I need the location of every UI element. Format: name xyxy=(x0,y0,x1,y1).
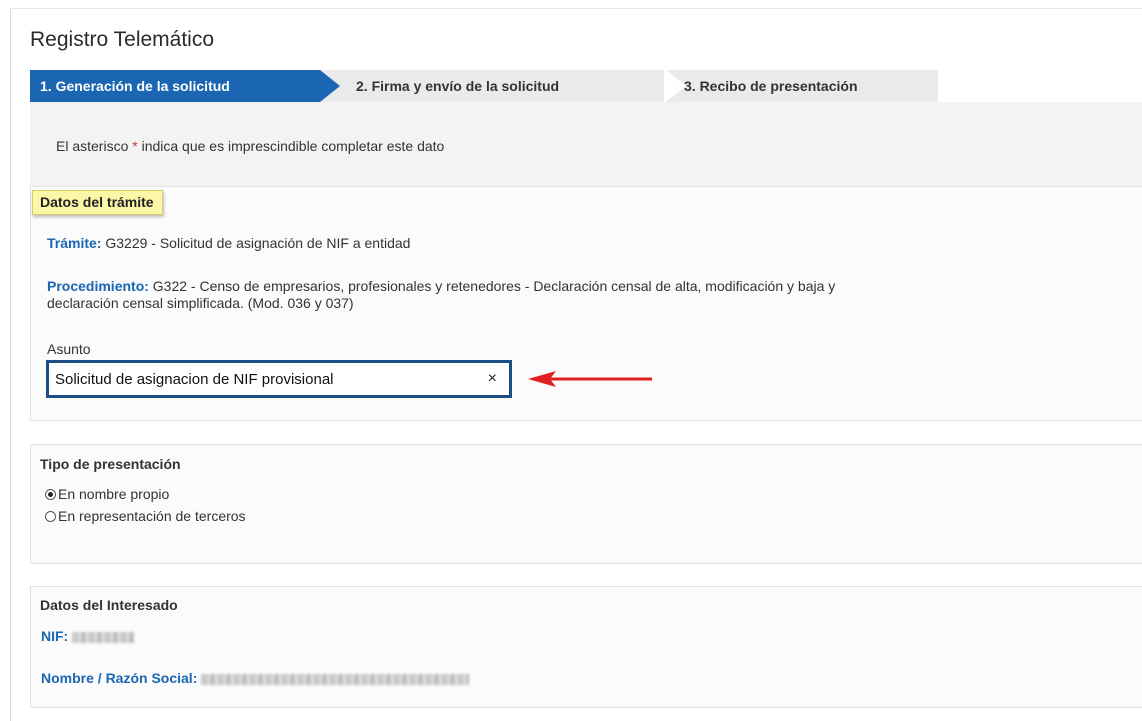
radio-checked-icon[interactable] xyxy=(45,488,56,500)
interesado-panel xyxy=(30,586,1142,708)
procedimiento-value-line2: declaración censal simplificada. (Mod. 0… xyxy=(47,295,354,311)
interesado-title: Datos del Interesado xyxy=(40,597,178,613)
tramite-section-tag: Datos del trámite xyxy=(32,190,163,215)
tramite-label: Trámite: xyxy=(47,235,102,251)
red-arrow-icon xyxy=(528,371,652,387)
nombre-line: Nombre / Razón Social: xyxy=(41,670,470,687)
nif-line: NIF: xyxy=(41,628,135,645)
asunto-label: Asunto xyxy=(47,341,91,357)
tramite-value: G3229 - Solicitud de asignación de NIF a… xyxy=(101,235,411,251)
radio-label: En representación de terceros xyxy=(58,508,246,524)
step-generacion[interactable]: 1. Generación de la solicitud xyxy=(30,70,340,102)
hint-text-after: indica que es imprescindible completar e… xyxy=(137,138,445,154)
asunto-field[interactable]: × xyxy=(46,360,512,398)
presentacion-title: Tipo de presentación xyxy=(40,456,181,472)
hint-text-before: El asterisco xyxy=(56,138,133,154)
procedimiento-value-line1: G322 - Censo de empresarios, profesional… xyxy=(148,278,836,294)
procedimiento-label: Procedimiento: xyxy=(47,278,149,294)
radio-label: En nombre propio xyxy=(58,486,170,502)
radio-nombre-propio[interactable]: En nombre propio xyxy=(45,486,169,502)
asunto-input[interactable] xyxy=(55,368,475,390)
tramite-line: Trámite: G3229 - Solicitud de asignación… xyxy=(47,235,410,252)
presentacion-panel xyxy=(30,444,1142,564)
wizard-steps: 1. Generación de la solicitud 2. Firma y… xyxy=(30,70,938,102)
step-firma-envio[interactable]: 2. Firma y envío de la solicitud xyxy=(320,70,685,102)
procedimiento-line: Procedimiento: G322 - Censo de empresari… xyxy=(47,278,1127,312)
step-recibo[interactable]: 3. Recibo de presentación xyxy=(666,70,938,102)
page-title: Registro Telemático xyxy=(30,28,215,51)
clear-icon[interactable]: × xyxy=(488,370,497,388)
redacted-nombre xyxy=(201,673,470,685)
nombre-label: Nombre / Razón Social: xyxy=(41,670,198,686)
radio-unchecked-icon[interactable] xyxy=(45,510,56,522)
radio-representacion-terceros[interactable]: En representación de terceros xyxy=(45,508,246,524)
required-hint: El asterisco * indica que es imprescindi… xyxy=(56,138,444,154)
nif-label: NIF: xyxy=(41,628,69,644)
redacted-nif xyxy=(72,631,135,643)
